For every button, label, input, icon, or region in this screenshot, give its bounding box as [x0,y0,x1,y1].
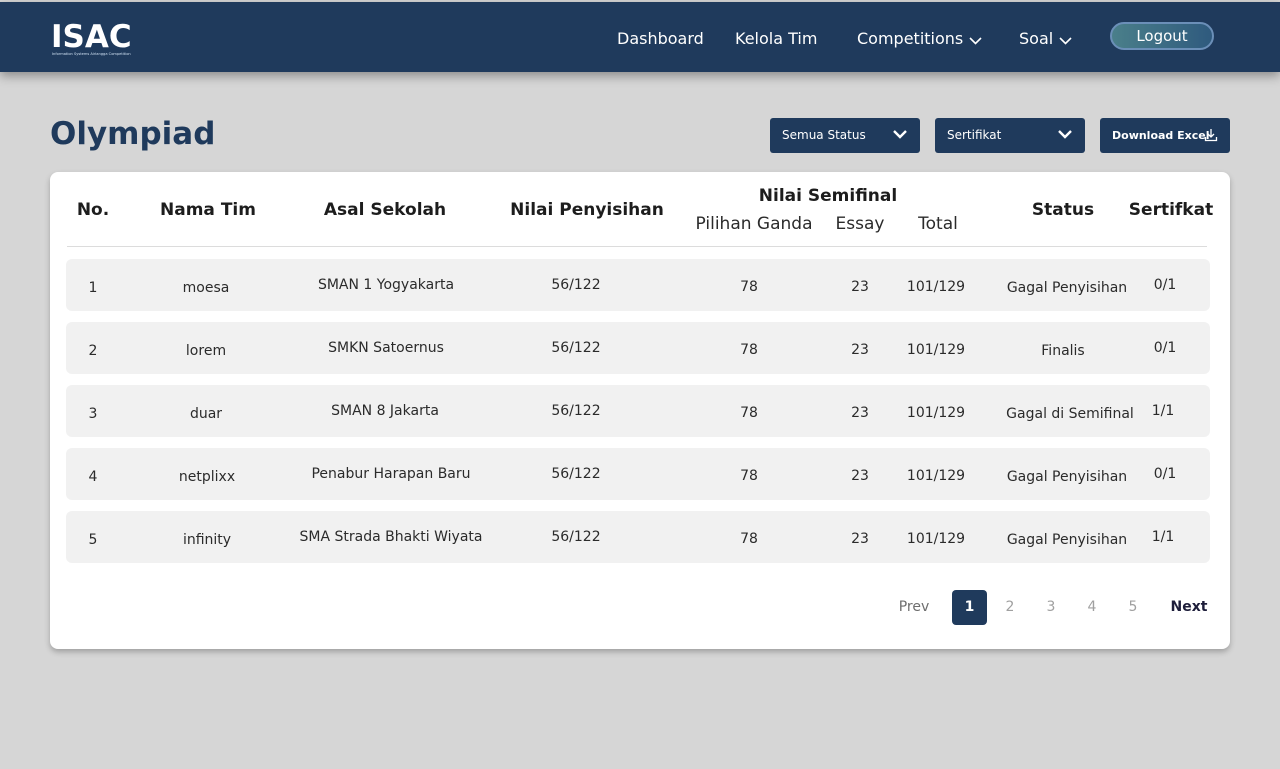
cell-no: 5 [88,532,98,548]
cell-essay: 23 [851,342,869,358]
cell-asal-sekolah: SMAN 1 Yogyakarta [317,277,455,293]
cell-pilihan-ganda: 78 [740,531,758,547]
cell-pilihan-ganda: 78 [740,405,758,421]
cell-pilihan-ganda: 78 [740,279,758,295]
header-sertifikat: Sertifkat [1128,200,1214,220]
cell-nilai-penyisihan: 56/122 [551,277,601,293]
cell-asal-sekolah: SMKN Satoernus [328,340,444,356]
cell-asal-sekolah: Penabur Harapan Baru [311,466,471,482]
header-total: Total [918,214,958,234]
chevron-down-icon [892,129,908,143]
cell-nama-tim: netplixx [178,469,236,485]
nav-soal-label: Soal [1019,29,1054,48]
logo-tagline: Information Systems Airlangga Competitio… [52,52,131,56]
table-row[interactable]: 5 infinity SMA Strada Bhakti Wiyata 56/1… [66,511,1210,563]
nav-dashboard[interactable]: Dashboard [617,29,704,48]
download-icon [1204,128,1218,145]
pagination-prev[interactable]: Prev [899,599,930,615]
cell-asal-sekolah: SMAN 8 Jakarta [331,403,439,419]
logo-wordmark: ISAC [51,19,132,55]
pagination-page-1[interactable]: 1 [952,590,987,625]
cell-pilihan-ganda: 78 [740,468,758,484]
cell-status: Gagal Penyisihan [1006,532,1128,548]
header-pilihan-ganda: Pilihan Ganda [695,214,813,234]
cell-nilai-penyisihan: 56/122 [551,340,601,356]
cell-no: 4 [88,469,98,485]
cell-sertifikat: 0/1 [1153,340,1177,356]
cell-essay: 23 [851,405,869,421]
cell-status: Gagal Penyisihan [1006,469,1128,485]
header-nilai-semifinal: Nilai Semifinal [758,186,898,206]
header-divider [67,246,1207,247]
cell-sertifikat: 1/1 [1151,403,1175,419]
sertifikat-filter-label: Sertifikat [947,128,1002,142]
status-filter-select[interactable]: Semua Status [770,118,920,153]
nav-competitions-label: Competitions [857,29,964,48]
cell-total: 101/129 [906,531,966,547]
cell-nama-tim: lorem [185,343,227,359]
cell-nilai-penyisihan: 56/122 [551,529,601,545]
cell-essay: 23 [851,531,869,547]
page-title: Olympiad [50,116,216,152]
olympiad-table-card: No. Nama Tim Asal Sekolah Nilai Penyisih… [50,172,1230,649]
chevron-down-icon [1057,129,1073,143]
cell-nama-tim: infinity [182,532,232,548]
download-excel-label: Download Excel [1112,129,1210,142]
download-excel-button[interactable]: Download Excel [1100,118,1230,153]
table-row[interactable]: 3 duar SMAN 8 Jakarta 56/122 78 23 101/1… [66,385,1210,437]
nav-kelola-tim[interactable]: Kelola Tim [735,29,817,48]
cell-status: Finalis [1041,343,1085,359]
table-row[interactable]: 2 lorem SMKN Satoernus 56/122 78 23 101/… [66,322,1210,374]
cell-sertifikat: 0/1 [1153,466,1177,482]
nav-competitions[interactable]: Competitions [857,29,982,49]
top-navbar: ISAC Information Systems Airlangga Compe… [0,2,1280,72]
cell-no: 2 [88,343,98,359]
cell-asal-sekolah: SMA Strada Bhakti Wiyata [299,529,483,545]
cell-essay: 23 [851,468,869,484]
header-nama-tim: Nama Tim [160,200,256,220]
cell-nama-tim: duar [189,406,223,422]
cell-sertifikat: 0/1 [1153,277,1177,293]
cell-sertifikat: 1/1 [1151,529,1175,545]
nav-soal[interactable]: Soal [1019,29,1072,49]
sertifikat-filter-select[interactable]: Sertifikat [935,118,1085,153]
pagination-page-4[interactable]: 4 [1088,599,1097,615]
cell-no: 3 [88,406,98,422]
header-asal-sekolah: Asal Sekolah [323,200,447,220]
cell-nilai-penyisihan: 56/122 [551,403,601,419]
cell-essay: 23 [851,279,869,295]
cell-pilihan-ganda: 78 [740,342,758,358]
pagination-page-5[interactable]: 5 [1129,599,1138,615]
table-row[interactable]: 1 moesa SMAN 1 Yogyakarta 56/122 78 23 1… [66,259,1210,311]
cell-nama-tim: moesa [182,280,230,296]
status-filter-label: Semua Status [782,128,866,142]
cell-total: 101/129 [906,279,966,295]
header-status: Status [1031,200,1095,220]
cell-status: Gagal di Semifinal [1006,406,1134,422]
chevron-down-icon [969,30,982,49]
cell-nilai-penyisihan: 56/122 [551,466,601,482]
pagination-page-3[interactable]: 3 [1047,599,1056,615]
header-no: No. [76,200,110,220]
cell-status: Gagal Penyisihan [1006,280,1128,296]
cell-total: 101/129 [906,342,966,358]
logout-button[interactable]: Logout [1110,22,1214,50]
pagination-next[interactable]: Next [1171,599,1208,615]
cell-total: 101/129 [906,468,966,484]
pagination-page-2[interactable]: 2 [1006,599,1015,615]
cell-no: 1 [88,280,98,296]
header-essay: Essay [835,214,885,234]
cell-total: 101/129 [906,405,966,421]
header-nilai-penyisihan: Nilai Penyisihan [510,200,664,220]
table-row[interactable]: 4 netplixx Penabur Harapan Baru 56/122 7… [66,448,1210,500]
chevron-down-icon [1059,30,1072,49]
isac-logo[interactable]: ISAC Information Systems Airlangga Compe… [51,19,153,59]
